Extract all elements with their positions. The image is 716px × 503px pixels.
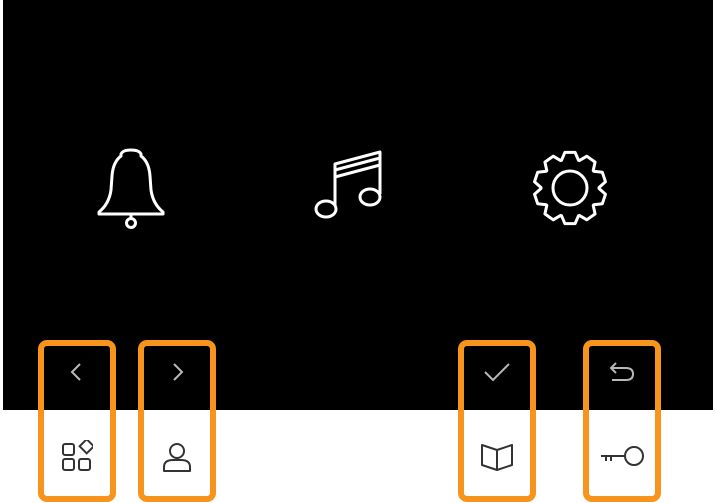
checkmark-icon[interactable]: [458, 352, 536, 392]
chevron-left-icon[interactable]: [38, 352, 116, 392]
user-icon[interactable]: [138, 435, 216, 477]
key-icon[interactable]: [583, 435, 661, 477]
gear-icon[interactable]: [532, 150, 608, 226]
bell-icon[interactable]: [93, 148, 169, 230]
return-arrow-icon[interactable]: [583, 352, 661, 392]
apps-grid-icon[interactable]: [38, 435, 116, 477]
chevron-right-icon[interactable]: [138, 352, 216, 392]
music-note-icon[interactable]: [308, 146, 388, 226]
book-icon[interactable]: [458, 435, 536, 477]
